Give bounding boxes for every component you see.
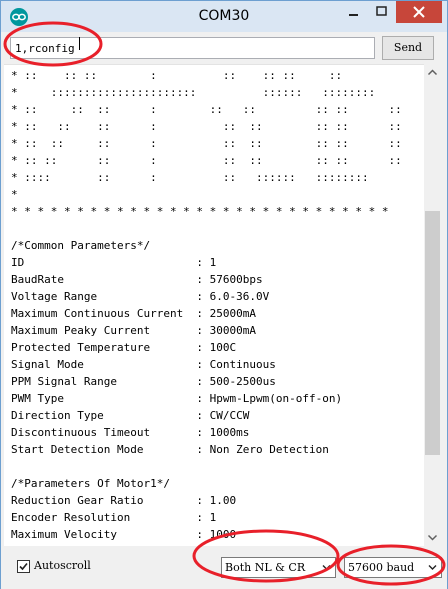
send-button[interactable]: Send	[382, 36, 434, 60]
output-line: *	[11, 188, 18, 201]
output-line: * :: :: :: : :: :: :: :: ::	[11, 154, 402, 167]
output-line: * :: :: :: : :: :: :: ::	[11, 69, 343, 82]
line-ending-value: Both NL & CR	[225, 561, 306, 574]
output-line: /*Parameters Of Motor1*/	[11, 477, 170, 490]
send-input[interactable]	[10, 37, 375, 59]
output-line: * * * * * * * * * * * * * * * * * * * * …	[11, 205, 389, 218]
output-line: Signal Mode : Continuous	[11, 358, 276, 371]
output-line: * :: :: :: : :: :: :: :: ::	[11, 137, 402, 150]
serial-monitor-window: COM30 Send * :: :: :: : :: :: :: ::* :::…	[0, 0, 448, 589]
baud-rate-value: 57600 baud	[348, 561, 415, 574]
output-line: * :::: :: : :: :::::: ::::::::	[11, 171, 369, 184]
maximize-button[interactable]	[368, 1, 395, 23]
close-button[interactable]	[396, 1, 442, 23]
minimize-button[interactable]	[340, 1, 367, 23]
scroll-up-arrow-icon[interactable]	[424, 64, 441, 81]
output-line: Discontinuous Timeout : 1000ms	[11, 426, 250, 439]
chevron-down-icon	[322, 565, 331, 570]
chevron-down-icon	[428, 565, 437, 570]
line-ending-select[interactable]: Both NL & CR	[221, 557, 336, 578]
output-line: Start Detection Mode : Non Zero Detectio…	[11, 443, 329, 456]
output-line: * :: :: :: : :: :: :: :: ::	[11, 103, 402, 116]
serial-output[interactable]: * :: :: :: : :: :: :: :: * ::::::::::::::…	[4, 64, 424, 546]
output-line: * :: :: :: : :: :: :: :: ::	[11, 120, 402, 133]
title-bar: COM30	[1, 1, 447, 32]
output-line: /*Common Parameters*/	[11, 239, 151, 252]
status-bar: Autoscroll Both NL & CR 57600 baud	[1, 547, 447, 589]
output-line: Encoder Resolution : 1	[11, 511, 217, 524]
output-line: Direction Type : CW/CCW	[11, 409, 250, 422]
vertical-scrollbar[interactable]	[424, 64, 441, 546]
output-line: Reduction Gear Ratio : 1.00	[11, 494, 237, 507]
text-caret	[79, 37, 80, 50]
output-line: Maximum Continuous Current : 25000mA	[11, 307, 257, 320]
output-line: Protected Temperature : 100C	[11, 341, 237, 354]
scroll-down-arrow-icon[interactable]	[424, 529, 441, 546]
output-line: Maximum Velocity : 1000	[11, 528, 237, 541]
output-line: * :::::::::::::::::::::: :::::: ::::::::	[11, 86, 376, 99]
output-line: PWM Type : Hpwm-Lpwm(on-off-on)	[11, 392, 343, 405]
output-line: Maximum Peaky Current : 30000mA	[11, 324, 257, 337]
autoscroll-checkbox[interactable]	[17, 560, 30, 573]
output-line: BaudRate : 57600bps	[11, 273, 263, 286]
baud-rate-select[interactable]: 57600 baud	[344, 557, 442, 578]
scrollbar-thumb[interactable]	[425, 211, 440, 455]
autoscroll-label: Autoscroll	[34, 559, 91, 572]
output-line: ID : 1	[11, 256, 217, 269]
output-line: Voltage Range : 6.0-36.0V	[11, 290, 270, 303]
output-line: PPM Signal Range : 500-2500us	[11, 375, 276, 388]
send-row: Send	[1, 32, 447, 64]
